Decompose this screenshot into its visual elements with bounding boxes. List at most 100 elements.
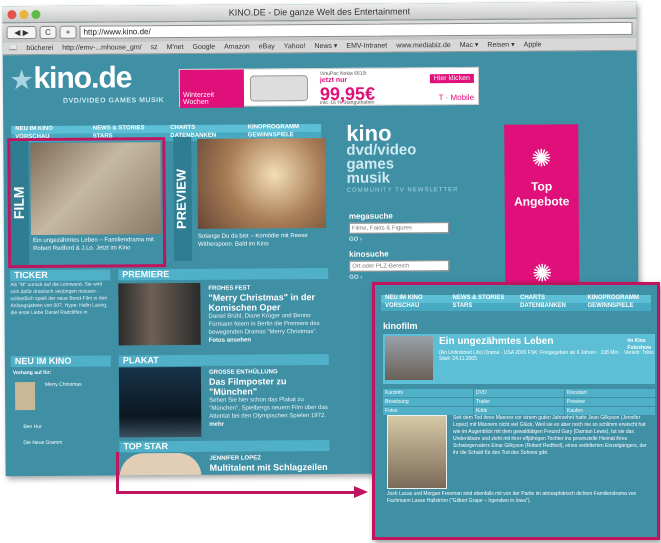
preview-caption[interactable]: Solange Du da bist – Komödie mit Reese W…	[198, 232, 326, 249]
movie-header: Ein ungezähmtes Leben (An Unfinished Lif…	[383, 334, 655, 384]
nav-stars[interactable]: STARS	[449, 303, 517, 311]
premiere-photo[interactable]	[118, 282, 201, 346]
preview-feature[interactable]: PREVIEW Solange Du da bist – Komödie mit…	[173, 136, 332, 267]
neu-item[interactable]: Ben Hur	[23, 424, 41, 430]
nav-datenbanken[interactable]: DATENBANKEN	[516, 303, 584, 311]
bookmark-item[interactable]: Amazon	[224, 43, 250, 50]
forward-icon[interactable]: ▶	[23, 28, 29, 37]
bookmark-item[interactable]: eBay	[259, 43, 275, 50]
film-feature[interactable]: FILM Ein ungezähmtes Leben – Familiendra…	[7, 137, 167, 269]
bookmark-item[interactable]: M'net	[167, 43, 184, 50]
bookmark-item[interactable]: www.mediabiz.de	[396, 42, 451, 49]
banner-note: inkl. 16 % Startguthaben	[320, 99, 375, 107]
ticker-text[interactable]: Als "M" zurück auf die Leinwand. Sie wir…	[10, 281, 110, 317]
film-label: FILM	[10, 141, 30, 266]
film-caption[interactable]: Ein ungezähmtes Leben – Familiendrama mi…	[33, 236, 163, 253]
back-forward-button[interactable]: ◀ ▶	[6, 25, 37, 40]
ad-line2: Angebote	[514, 194, 570, 209]
kinosuche-title: kinosuche	[349, 249, 389, 259]
section-links: kino dvd/video games musik COMMUNITY TV …	[346, 121, 507, 194]
preview-label: PREVIEW	[173, 136, 193, 262]
link-im-kino[interactable]: Im Kino	[627, 338, 651, 345]
menu-item[interactable]: Kritik	[474, 407, 564, 415]
preview-photo[interactable]	[197, 137, 326, 229]
logo-text: kino.de	[33, 61, 132, 96]
bookmark-item[interactable]: Google	[192, 43, 215, 50]
bookmark-item[interactable]: Mac ▾	[460, 41, 479, 49]
bookmark-item[interactable]: bücherei	[26, 44, 53, 51]
minimize-icon[interactable]	[19, 10, 29, 20]
ad-banner[interactable]: Winterzeit Wochen VirtuPac Nokia 6610i j…	[178, 66, 480, 108]
bookmark-item[interactable]: Yahoo!	[284, 43, 306, 50]
topstar-photo[interactable]	[119, 452, 202, 477]
close-icon[interactable]	[7, 10, 17, 20]
link-musik[interactable]: musik	[347, 170, 507, 187]
menu-item[interactable]: Besetzung	[383, 398, 473, 406]
ticker-heading: TICKER	[10, 269, 111, 282]
topstar-title[interactable]: Multitalent mit Schlagzeilen	[210, 462, 330, 473]
menu-item[interactable]: Fotos	[383, 407, 473, 415]
kinofilm-heading: kinofilm	[383, 321, 418, 331]
megasuche: megasuche GO ›	[349, 211, 459, 243]
movie-poster[interactable]	[385, 336, 433, 380]
neu-sub: Vorhang auf für:	[12, 369, 52, 377]
neu-item[interactable]: Die Neue Gramm	[23, 440, 62, 446]
film-photo[interactable]	[30, 142, 161, 236]
star-icon: ★	[10, 67, 32, 95]
neu-poster[interactable]	[14, 382, 36, 411]
back-icon[interactable]: ◀	[14, 28, 20, 37]
bookmark-item[interactable]: sz	[151, 44, 158, 51]
banner-cta-button[interactable]: Hier klicken	[429, 73, 474, 84]
menu-item[interactable]: Trailer	[474, 398, 564, 406]
menu-item[interactable]: Preview	[565, 398, 655, 406]
megasuche-go-button[interactable]: GO ›	[349, 237, 362, 243]
zoom-nav: NEU IM KINO NEWS & STORIES CHARTS KINOPR…	[381, 295, 651, 311]
plakat-text: Sehen Sie hier schon das Plakat zu "Münc…	[209, 397, 328, 420]
bookmarks-icon[interactable]: 📖	[9, 44, 18, 52]
topstar-item[interactable]: JENNIFER LOPEZ Multitalent mit Schlagzei…	[119, 452, 330, 477]
kinosuche-go-button[interactable]: GO ›	[349, 275, 362, 281]
community-nav[interactable]: COMMUNITY TV NEWSLETTER	[347, 187, 507, 194]
link-kino[interactable]: kino	[346, 121, 506, 146]
bookmark-item[interactable]: http://emv-...mhouse_gm/	[62, 44, 141, 52]
menu-item[interactable]: DVD	[474, 389, 564, 397]
neu-item[interactable]: Merry Christmas	[45, 382, 82, 388]
callout-arrow-line	[116, 491, 356, 494]
dvd-cover[interactable]	[387, 415, 447, 489]
nav-charts[interactable]: CHARTS	[516, 295, 584, 303]
premiere-heading: PREMIERE	[118, 267, 329, 281]
site-logo[interactable]: ★kino.de	[11, 61, 132, 96]
bookmark-item[interactable]: Apple	[524, 41, 542, 48]
nav-news[interactable]: NEWS & STORIES	[449, 295, 517, 303]
bookmark-item[interactable]: Reisen ▾	[487, 41, 514, 49]
nav-vorschau[interactable]: VORSCHAU	[381, 303, 449, 311]
bookmark-item[interactable]: News ▾	[314, 42, 337, 50]
topstar-heading: TOP STAR	[119, 439, 330, 453]
premiere-title[interactable]: "Merry Christmas" in der Komischen Oper	[208, 292, 328, 313]
bookmark-item[interactable]: EMV-Intranet	[346, 42, 387, 49]
nav-neu-im-kino[interactable]: NEU IM KINO	[381, 295, 449, 303]
nav-gewinnspiele[interactable]: GEWINNSPIELE	[584, 303, 652, 311]
menu-item[interactable]: Kaufen	[565, 407, 655, 415]
kinosuche-input[interactable]	[349, 260, 450, 272]
premiere-item[interactable]: FROHES FEST "Merry Christmas" in der Kom…	[118, 282, 328, 347]
plakat-more-link[interactable]: mehr	[209, 420, 329, 429]
megasuche-input[interactable]	[348, 222, 449, 234]
link-fotoshow[interactable]: Fotoshow	[627, 345, 651, 352]
banner-left: Winterzeit Wochen	[179, 69, 245, 108]
menu-item[interactable]: Kurzinfo	[383, 389, 473, 397]
zoom-icon[interactable]	[31, 9, 41, 20]
plakat-item[interactable]: GROSSE ENTHÜLLUNG Das Filmposter zu "Mün…	[118, 366, 329, 438]
menu-item[interactable]: Kinostart	[565, 389, 655, 397]
plakat-title[interactable]: Das Filmposter zu "München"	[209, 376, 329, 397]
movie-cast-note: Josh Lucas und Morgan Freeman sind ebenf…	[387, 491, 637, 504]
plakat-photo[interactable]	[118, 366, 202, 438]
reload-button[interactable]: C	[39, 25, 57, 39]
nav-kinoprogramm[interactable]: KINOPROGRAMM	[584, 295, 652, 303]
premiere-more-link[interactable]: Fotos ansehen	[209, 336, 329, 345]
add-bookmark-button[interactable]: +	[59, 25, 77, 39]
brand-logo: T · Mobile	[438, 92, 475, 103]
zoom-callout: NEU IM KINO NEWS & STORIES CHARTS KINOPR…	[372, 282, 660, 540]
url-field[interactable]: http://www.kino.de/	[79, 21, 633, 39]
premiere-text: Daniel Brühl, Diane Krüger und Benno Für…	[208, 313, 320, 336]
